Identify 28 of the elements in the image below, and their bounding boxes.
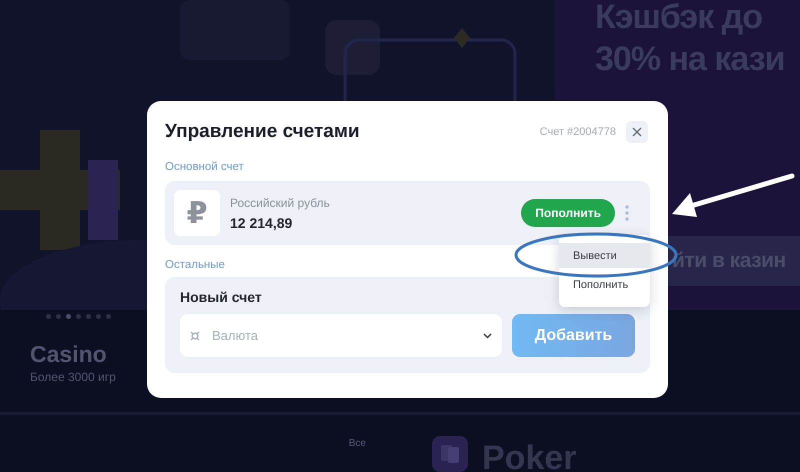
carousel-dot[interactable]: [56, 314, 61, 319]
currency-sign-icon: [190, 331, 200, 341]
menu-item[interactable]: Вывести: [559, 243, 650, 268]
dialog-title: Управление счетами: [165, 121, 361, 143]
more-icon[interactable]: [625, 205, 629, 221]
close-button[interactable]: [626, 121, 648, 143]
casino-title: Casino: [30, 341, 108, 368]
section-label: Остальные: [165, 259, 226, 271]
chevron-icon: [483, 333, 492, 339]
account-number: Счет #2004778: [540, 126, 616, 138]
currency-select[interactable]: Валюта: [180, 314, 502, 357]
all-link[interactable]: Все: [348, 438, 366, 449]
deposit-button[interactable]: Пополнить: [521, 199, 615, 227]
carousel-dot[interactable]: [66, 314, 71, 319]
carousel-dot[interactable]: [96, 314, 101, 319]
close-icon: [632, 127, 642, 137]
section-label: Основной счет: [165, 161, 245, 173]
currency-name: Российский рубль: [230, 196, 331, 210]
currency-icon: ₽: [174, 190, 220, 236]
new-account-title: Новый счет: [180, 289, 263, 305]
add-button[interactable]: Добавить: [512, 314, 635, 357]
carousel-dot[interactable]: [86, 314, 91, 319]
casino-subtitle: Более 3000 игр: [30, 370, 117, 384]
carousel-dot[interactable]: [46, 314, 51, 319]
carousel-dot[interactable]: [106, 314, 111, 319]
cards-icon: [432, 436, 468, 472]
carousel-dot[interactable]: [76, 314, 81, 319]
account-balance: 12 214,89: [230, 214, 294, 230]
